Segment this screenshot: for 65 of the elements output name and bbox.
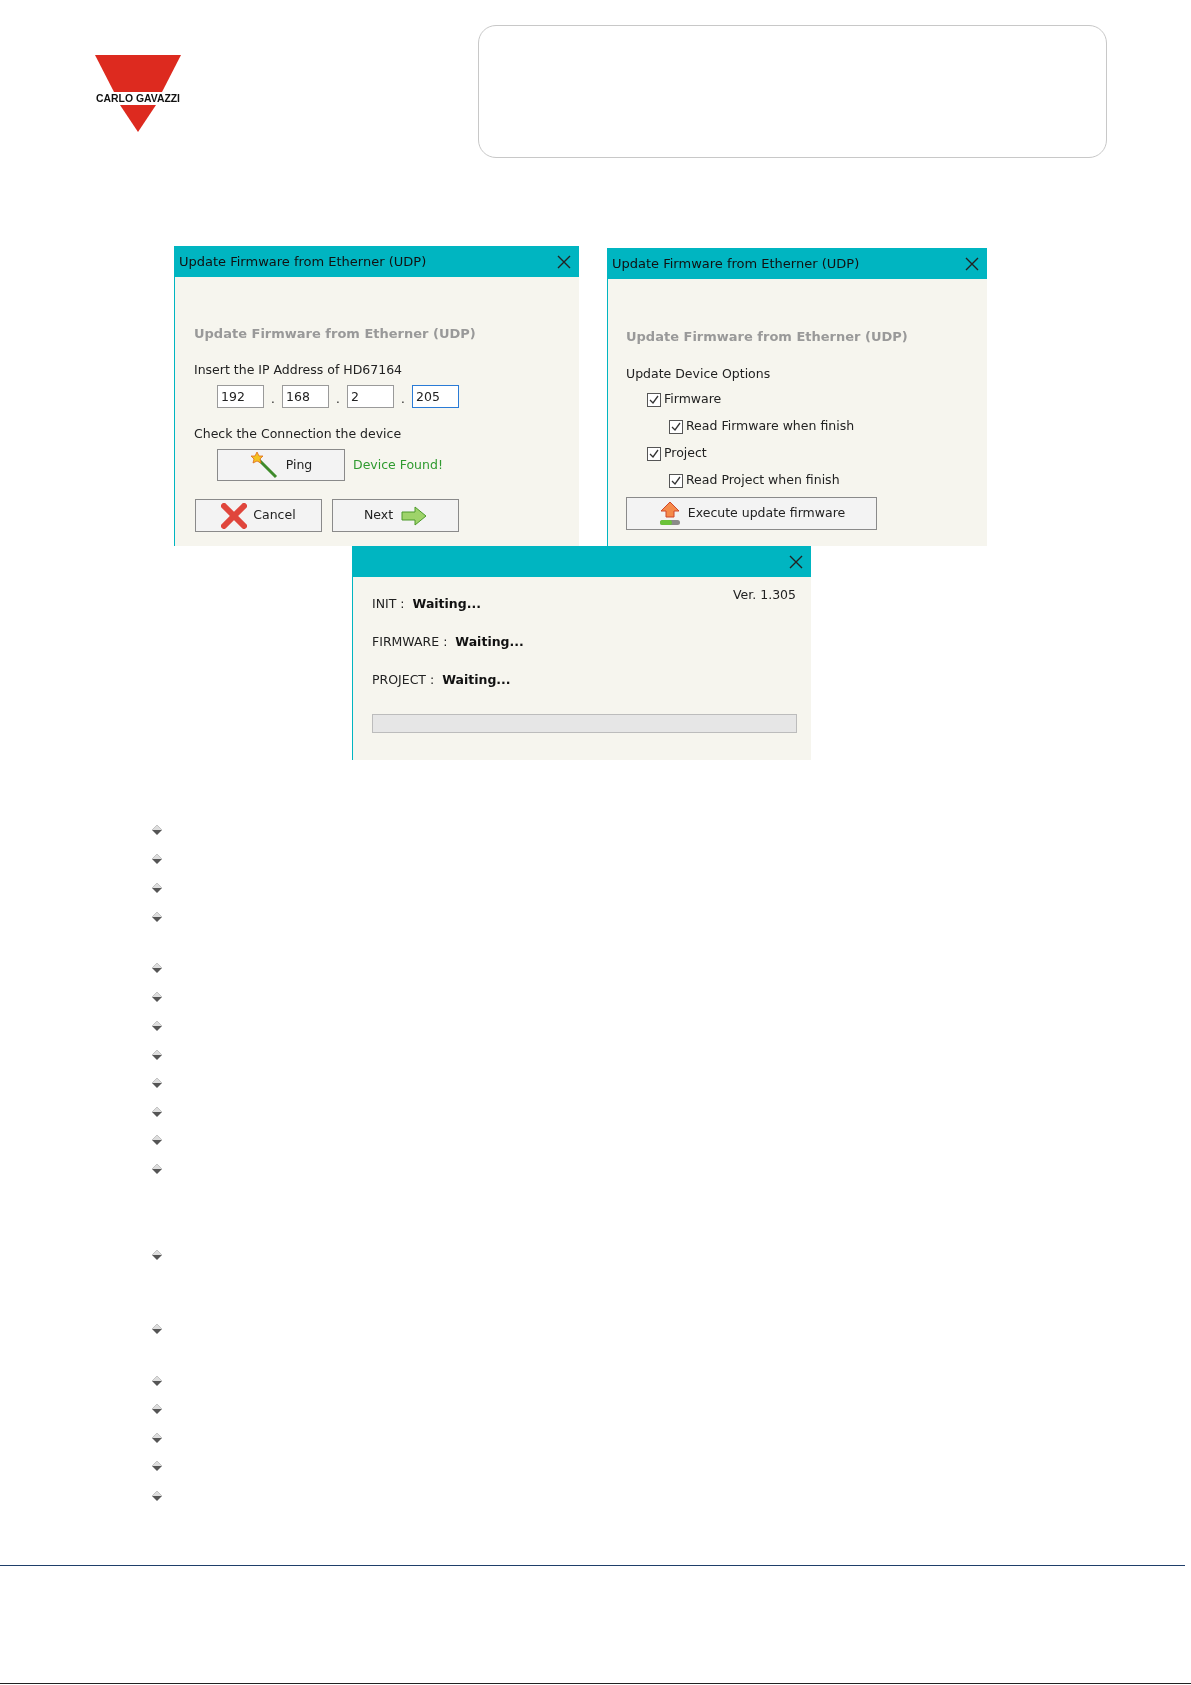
cancel-button[interactable]: Cancel xyxy=(195,499,322,532)
step-status: Waiting... xyxy=(412,595,481,613)
ip-field[interactable]: 2 xyxy=(347,385,394,409)
ip-label: Insert the IP Address of HD67164 xyxy=(194,360,404,379)
bullet-icon xyxy=(152,1050,162,1060)
magic-wand-icon xyxy=(249,451,278,479)
bullet-icon xyxy=(152,912,162,922)
step-status: Waiting... xyxy=(455,632,524,651)
checkbox-label: Firmware xyxy=(664,390,722,409)
dialog-title: Update Firmware from Etherner (UDP) xyxy=(179,252,427,271)
dialog-heading: Update Firmware from Etherner (UDP) xyxy=(626,328,909,346)
step-status: Waiting... xyxy=(442,670,511,689)
step-label: INIT : xyxy=(372,595,405,613)
bullet-icon xyxy=(152,1021,162,1031)
bullet-icon xyxy=(152,1078,162,1088)
right-arrow-icon xyxy=(401,505,428,526)
bullet-icon xyxy=(152,963,162,973)
bullet-icon xyxy=(152,1324,162,1334)
checkbox[interactable] xyxy=(647,392,661,407)
ip-separator: . xyxy=(400,391,406,409)
ip-field[interactable]: 192 xyxy=(217,385,264,409)
bullet-icon xyxy=(152,1135,162,1145)
bullet-icon xyxy=(152,1107,162,1117)
upload-icon xyxy=(657,500,682,527)
checkbox-label: Read Firmware when finish xyxy=(686,417,855,436)
bullet-icon xyxy=(152,1491,162,1501)
checkmark-icon xyxy=(649,448,659,459)
bullet-icon xyxy=(152,1461,162,1471)
dialog-heading: Update Firmware from Etherner (UDP) xyxy=(194,325,477,343)
bullet-icon xyxy=(152,825,162,835)
ip-separator: . xyxy=(335,391,341,409)
ip-field[interactable]: 205 xyxy=(412,385,459,409)
bullet-icon xyxy=(152,854,162,864)
cross-icon xyxy=(221,502,248,529)
close-icon[interactable] xyxy=(789,554,803,569)
checkmark-icon xyxy=(671,421,681,432)
checkbox[interactable] xyxy=(647,446,661,461)
bullet-icon xyxy=(152,883,162,893)
options-label: Update Device Options xyxy=(626,364,772,383)
checkbox[interactable] xyxy=(669,473,683,488)
ip-field[interactable]: 168 xyxy=(282,385,329,409)
ip-separator: . xyxy=(270,391,276,409)
bullet-icon xyxy=(152,1250,162,1260)
ping-button[interactable]: Ping xyxy=(217,449,345,481)
checkbox-label: Read Project when finish xyxy=(686,471,840,490)
close-icon[interactable] xyxy=(965,256,979,271)
device-status: Device Found! xyxy=(353,455,443,474)
checkbox-label: Project xyxy=(664,444,707,463)
checkmark-icon xyxy=(671,475,681,486)
close-icon[interactable] xyxy=(557,254,571,269)
checkbox[interactable] xyxy=(669,419,683,434)
bullet-icon xyxy=(152,992,162,1002)
execute-update-button[interactable]: Execute update firmware xyxy=(626,497,877,531)
step-label: FIRMWARE : xyxy=(372,632,448,651)
dialog-title: Update Firmware from Etherner (UDP) xyxy=(612,254,860,273)
bullet-icon xyxy=(152,1433,162,1443)
step-label: PROJECT : xyxy=(372,670,435,689)
company-logo: CARLO GAVAZZI xyxy=(95,55,181,133)
check-label: Check the Connection the device xyxy=(194,425,403,444)
next-button[interactable]: Next xyxy=(332,499,459,532)
checkmark-icon xyxy=(649,394,659,405)
version-label: Ver. 1.305 xyxy=(733,586,796,604)
bullet-icon xyxy=(152,1164,162,1174)
bullet-icon xyxy=(152,1404,162,1414)
bullet-icon xyxy=(152,1376,162,1386)
